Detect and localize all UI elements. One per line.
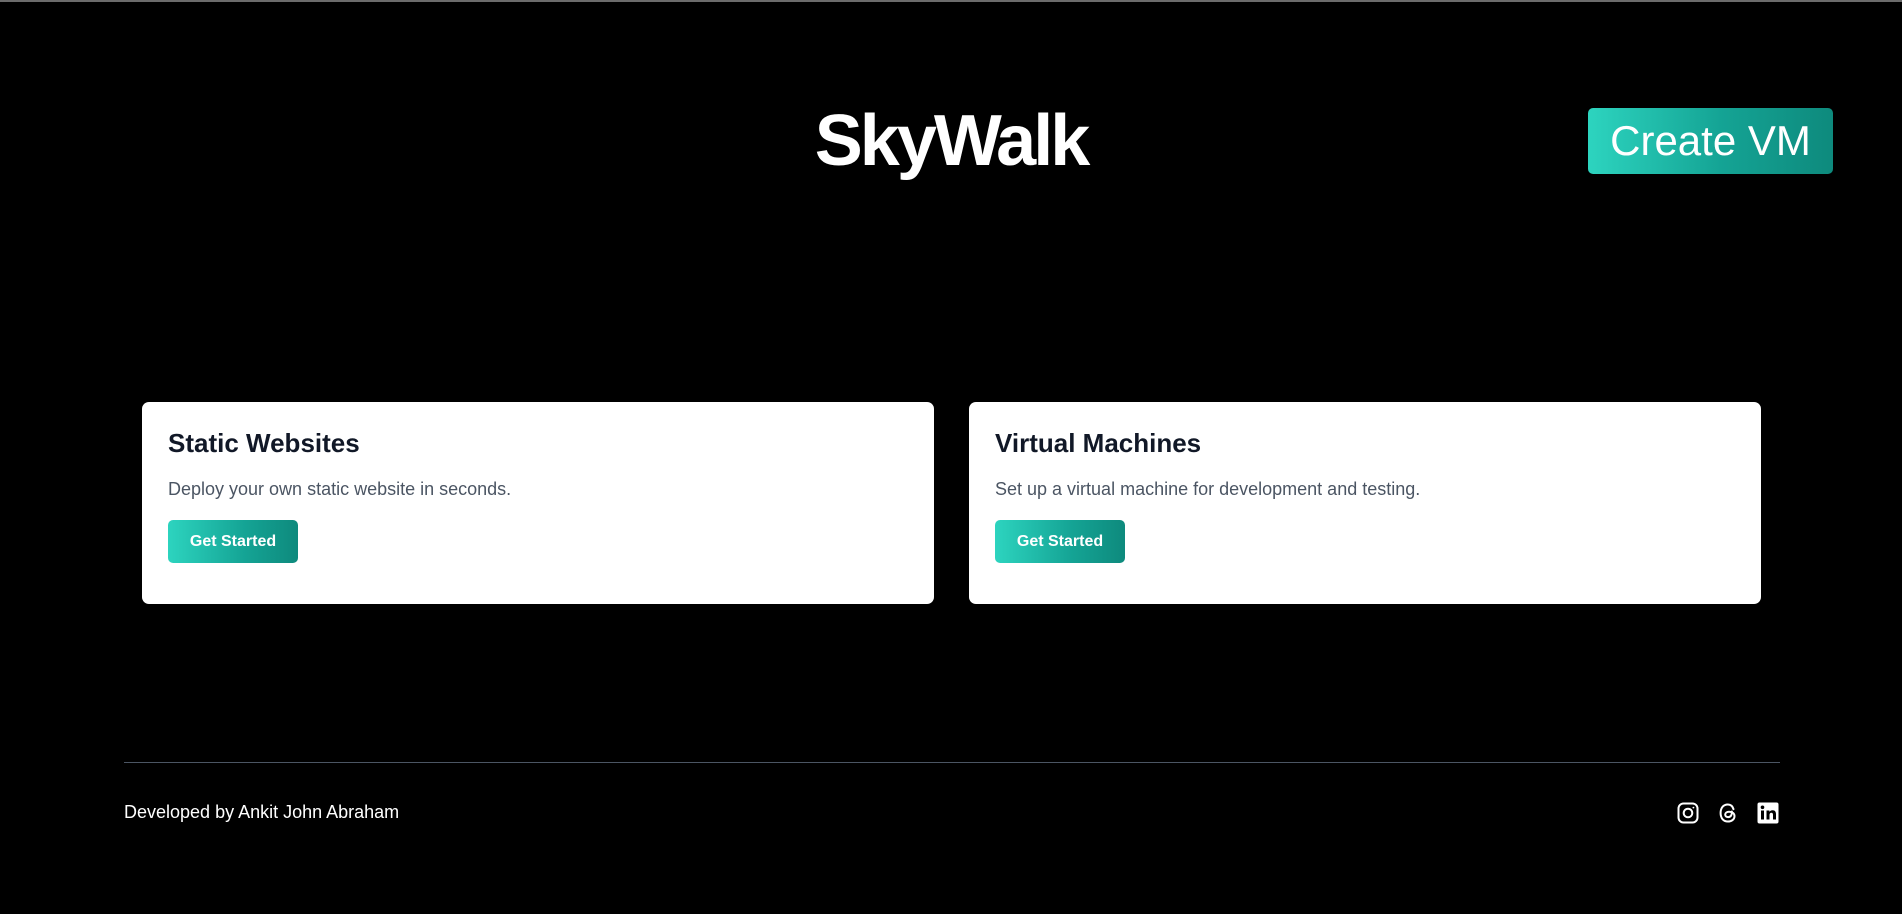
- card-title: Virtual Machines: [995, 428, 1202, 458]
- developer-credit: Developed by Ankit John Abraham: [124, 802, 400, 822]
- linkedin-icon[interactable]: [1756, 801, 1780, 825]
- top-border: [0, 0, 1902, 2]
- virtual-machines-get-started-button[interactable]: Get Started: [995, 520, 1125, 563]
- footer-divider: [124, 762, 1780, 763]
- card-description: Deploy your own static website in second…: [168, 479, 512, 499]
- static-websites-get-started-button[interactable]: Get Started: [168, 520, 298, 563]
- page: SkyWalk Create VM Static Websites Deploy…: [0, 0, 1902, 914]
- card-description: Set up a virtual machine for development…: [995, 479, 1421, 499]
- create-vm-button[interactable]: Create VM: [1588, 108, 1833, 174]
- static-websites-card: Static Websites Deploy your own static w…: [142, 402, 934, 604]
- card-title: Static Websites: [168, 428, 360, 458]
- instagram-icon[interactable]: [1676, 801, 1700, 825]
- threads-icon[interactable]: [1716, 801, 1740, 825]
- virtual-machines-card: Virtual Machines Set up a virtual machin…: [969, 402, 1761, 604]
